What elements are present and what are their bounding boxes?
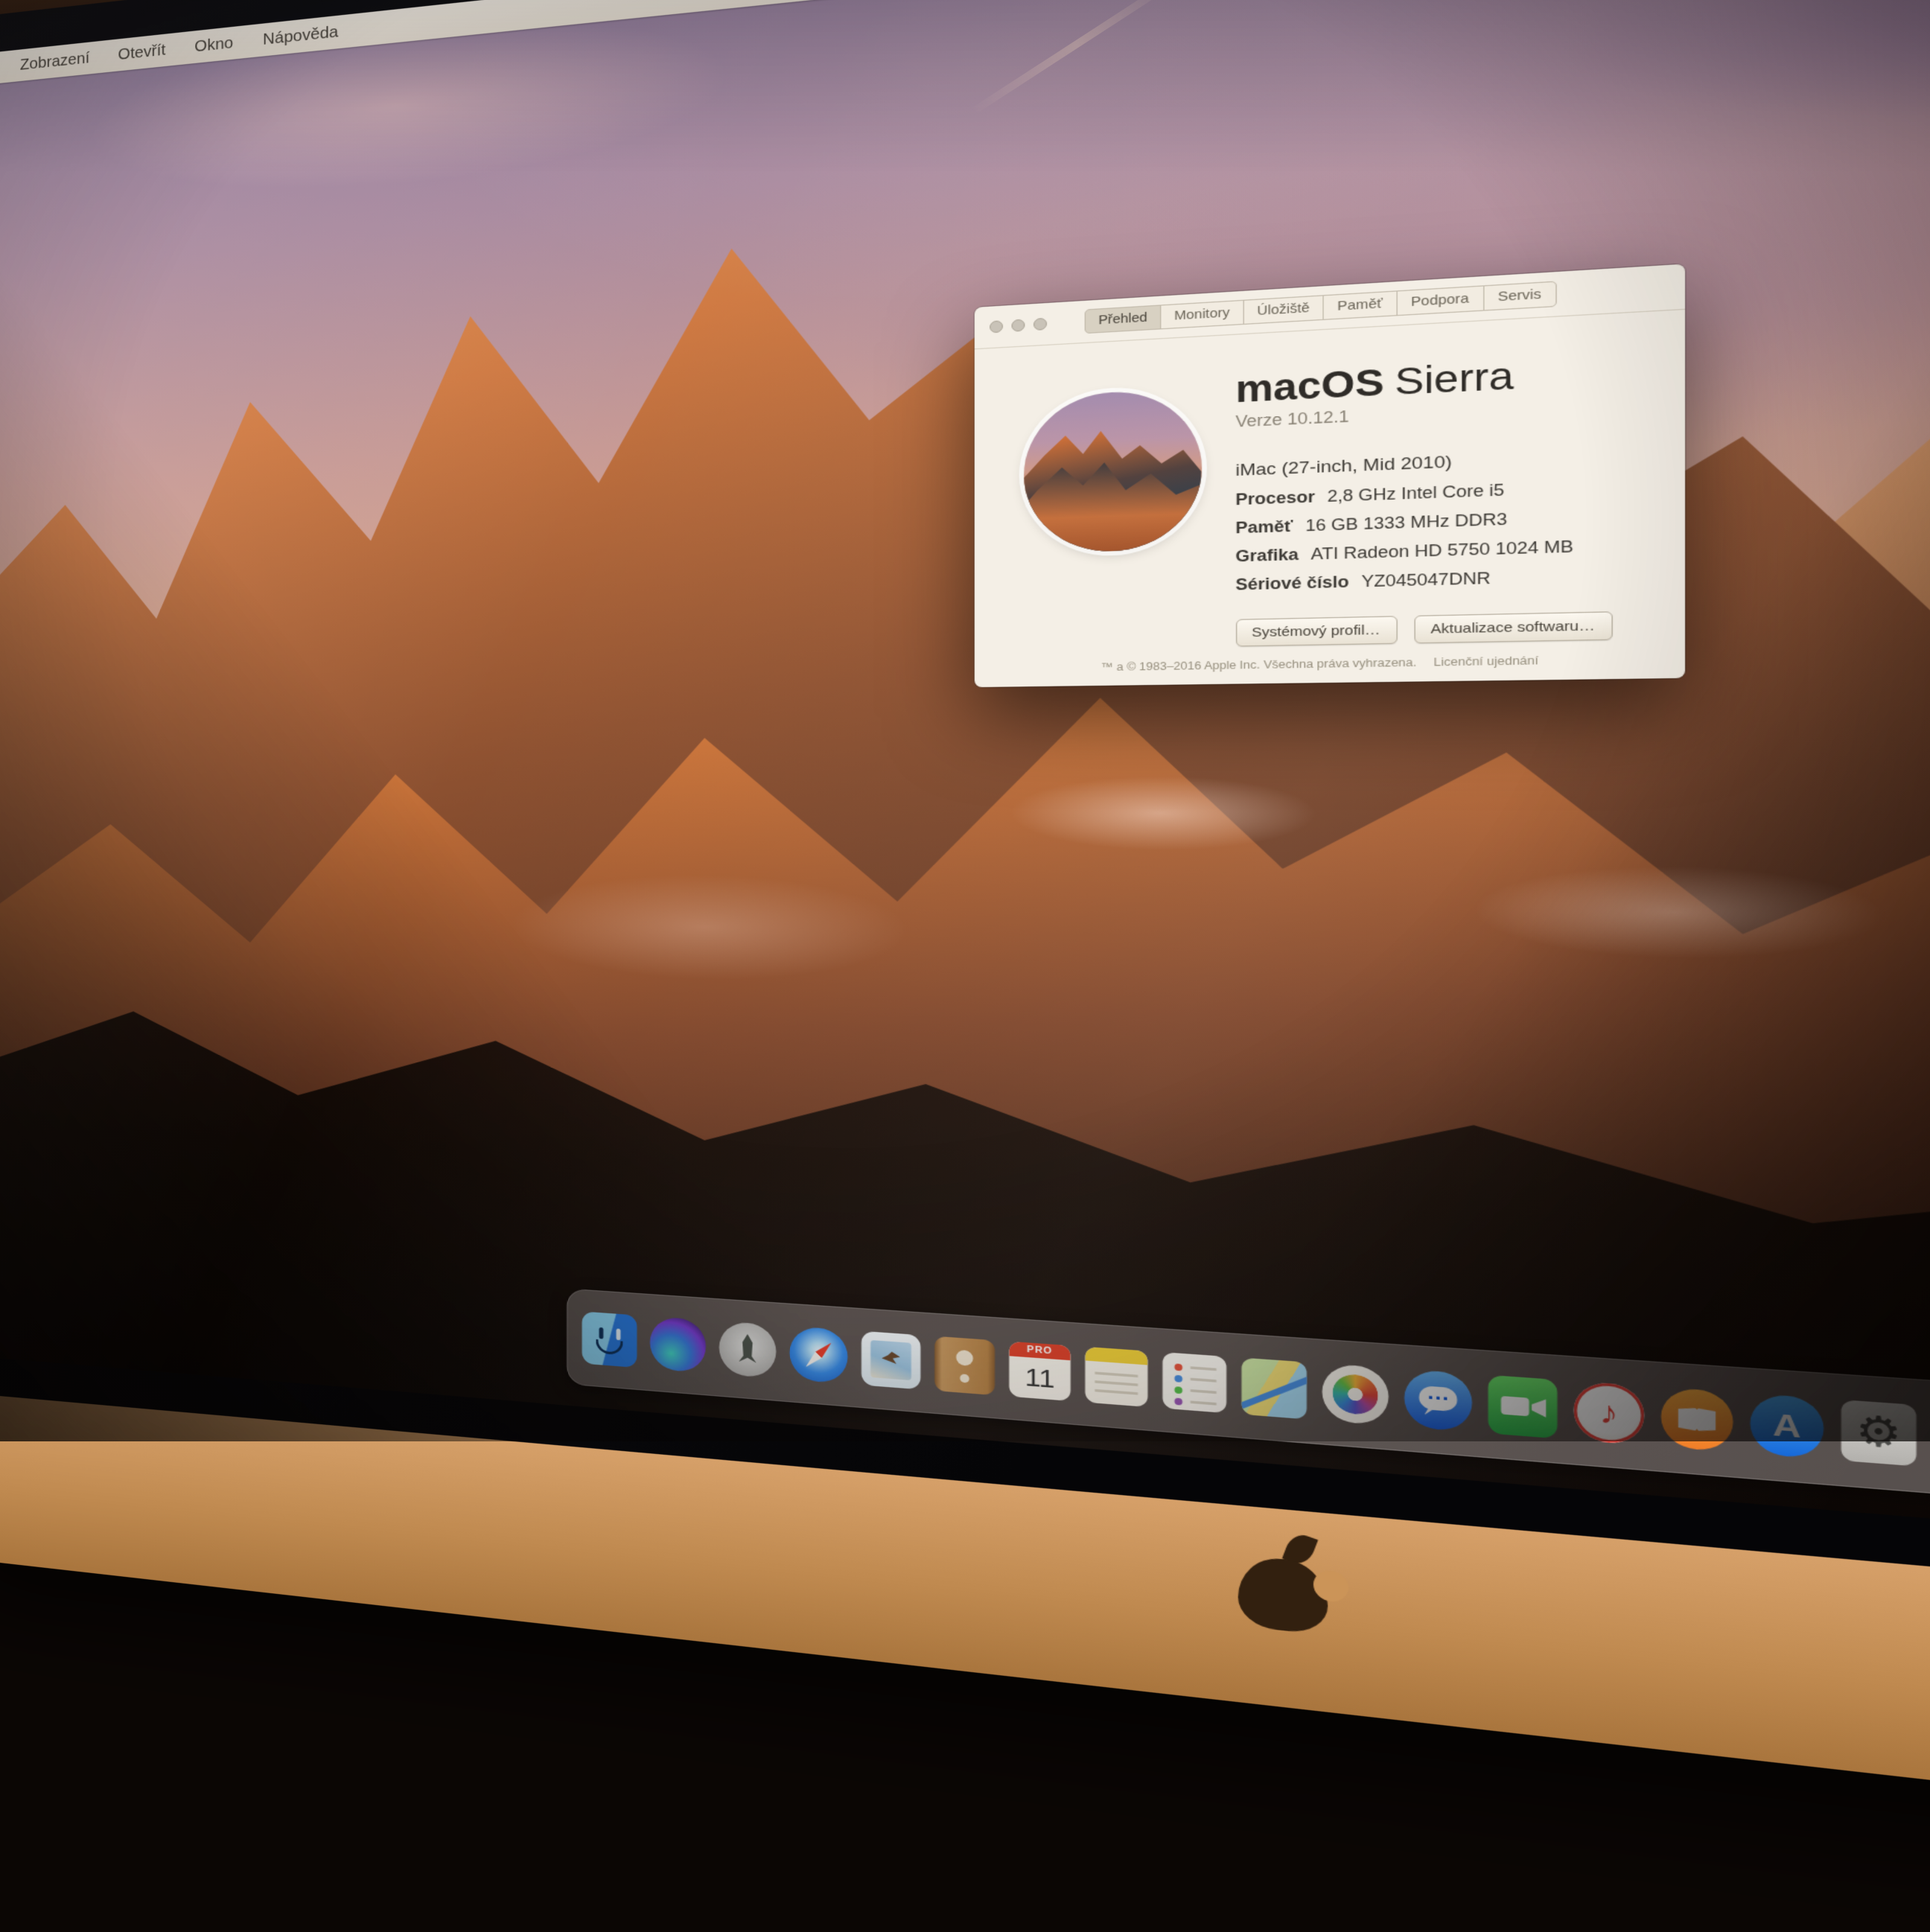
tab-podpora[interactable]: Podpora <box>1396 285 1484 316</box>
about-this-mac-window: Přehled Monitory Úložiště Paměť Podpora … <box>974 264 1684 688</box>
spec-processor: Procesor2,8 GHz Intel Core i5 <box>1235 476 1651 509</box>
dock-icon-itunes[interactable]: ♪ <box>1573 1381 1644 1446</box>
screen: y Zobrazení Otevřít Okno Nápověda ▽ ne 1… <box>0 0 1930 1624</box>
tab-uloziste[interactable]: Úložiště <box>1243 295 1324 325</box>
menu-item-zobrazeni[interactable]: Zobrazení <box>20 49 89 74</box>
tab-monitory[interactable]: Monitory <box>1160 300 1243 330</box>
menu-item-otevrit[interactable]: Otevřít <box>118 41 165 64</box>
spec-serial: Sériové čísloYZ045047DNR <box>1235 565 1651 595</box>
spec-graphics: GrafikaATI Radeon HD 5750 1024 MB <box>1235 535 1651 567</box>
menu-item-okno[interactable]: Okno <box>194 34 233 56</box>
dock-icon-app-store[interactable]: A <box>1750 1393 1824 1459</box>
tab-servis[interactable]: Servis <box>1482 281 1556 310</box>
copyright-text: ™ a © 1983–2016 Apple Inc. Všechna práva… <box>1101 657 1417 674</box>
dock-icon-photos[interactable] <box>1322 1363 1389 1426</box>
dock-icon-reminders[interactable] <box>1162 1352 1226 1413</box>
dock-icon-launchpad[interactable] <box>719 1321 777 1378</box>
calendar-day-label: 11 <box>1009 1356 1071 1401</box>
system-info: macOSSierra Verze 10.12.1 iMac (27-inch,… <box>1235 310 1684 647</box>
dock-icon-system-preferences[interactable]: ⚙ <box>1841 1400 1917 1467</box>
mac-model: iMac (27-inch, Mid 2010) <box>1235 445 1651 482</box>
window-controls <box>989 318 1046 334</box>
system-report-button[interactable]: Systémový profil… <box>1235 616 1397 646</box>
minimize-button[interactable] <box>1011 319 1025 332</box>
close-button[interactable] <box>989 320 1002 333</box>
dock-icon-maps[interactable] <box>1241 1357 1306 1419</box>
dock-icon-finder[interactable] <box>582 1311 637 1368</box>
spec-memory: Paměť16 GB 1333 MHz DDR3 <box>1235 506 1651 538</box>
dock-icon-mail[interactable] <box>862 1331 920 1390</box>
imac-computer: y Zobrazení Otevřít Okno Nápověda ▽ ne 1… <box>0 0 1930 1932</box>
tab-pamet[interactable]: Paměť <box>1323 290 1398 320</box>
dock-icon-messages[interactable]: … <box>1404 1369 1472 1432</box>
dock-icon-ibooks[interactable] <box>1661 1387 1733 1453</box>
dock-icon-calendar[interactable]: PRO 11 <box>1009 1342 1071 1401</box>
dock-icon-safari[interactable] <box>789 1326 847 1384</box>
license-link[interactable]: Licenční ujednání <box>1433 654 1538 669</box>
zoom-button[interactable] <box>1033 318 1046 331</box>
apple-logo <box>1234 1528 1332 1635</box>
dock-icon-siri[interactable] <box>650 1316 706 1373</box>
software-update-button[interactable]: Aktualizace softwaru… <box>1414 611 1613 643</box>
dock-icon-contacts[interactable] <box>934 1336 995 1396</box>
tab-prehled[interactable]: Přehled <box>1085 305 1162 334</box>
about-content: macOSSierra Verze 10.12.1 iMac (27-inch,… <box>974 310 1684 651</box>
sierra-thumbnail-image <box>1023 388 1201 554</box>
menu-item-napoveda[interactable]: Nápověda <box>263 22 338 49</box>
dock-icon-notes[interactable] <box>1085 1347 1147 1407</box>
dock-icon-facetime[interactable] <box>1488 1375 1558 1439</box>
